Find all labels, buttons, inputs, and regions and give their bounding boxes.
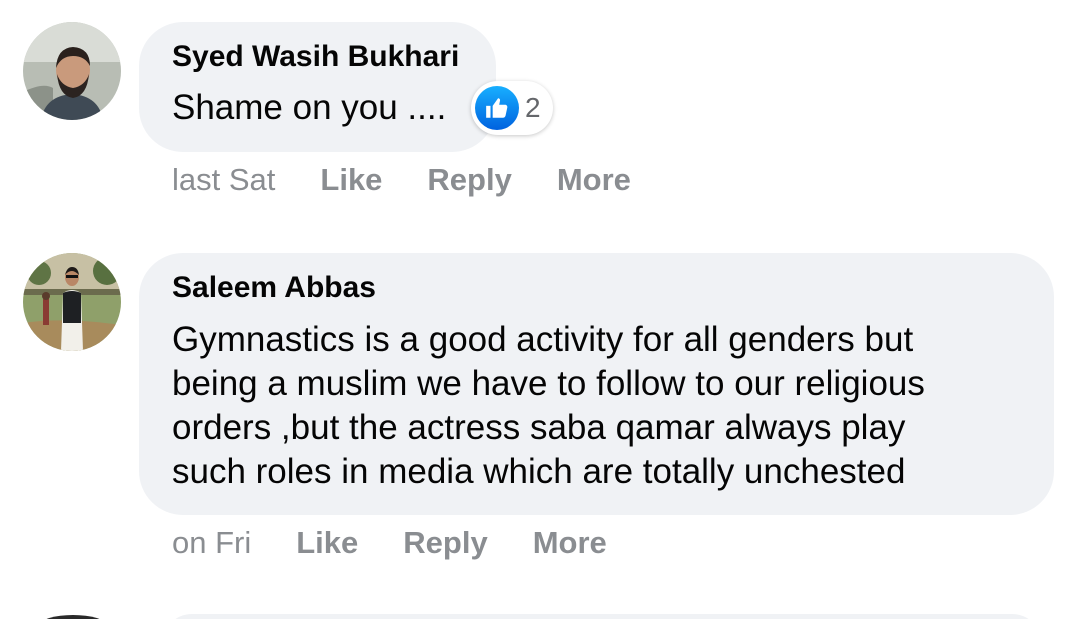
avatar[interactable] — [23, 253, 121, 351]
avatar-image — [23, 253, 121, 351]
comment-actions: last Sat Like Reply More — [172, 162, 676, 198]
more-button[interactable]: More — [557, 162, 631, 198]
comment-author[interactable]: Saleem Abbas — [172, 271, 376, 305]
reaction-badge[interactable]: 2 — [471, 81, 553, 135]
comment-text-line: orders ,but the actress saba qamar alway… — [172, 408, 906, 447]
avatar-image — [23, 22, 121, 120]
reply-button[interactable]: Reply — [427, 162, 511, 198]
next-comment-bubble — [162, 614, 1042, 619]
comment-actions: on Fri Like Reply More — [172, 525, 652, 561]
comment-author[interactable]: Syed Wasih Bukhari — [172, 40, 459, 74]
avatar[interactable] — [23, 22, 121, 120]
comment-text: Shame on you .... — [172, 88, 447, 127]
comment-text-line: being a muslim we have to follow to our … — [172, 364, 925, 403]
more-button[interactable]: More — [533, 525, 607, 561]
comment-timestamp[interactable]: last Sat — [172, 162, 275, 198]
thumbs-up-icon — [475, 86, 519, 130]
next-comment-avatar — [40, 615, 106, 619]
reply-button[interactable]: Reply — [403, 525, 487, 561]
like-button[interactable]: Like — [296, 525, 358, 561]
comment-timestamp[interactable]: on Fri — [172, 525, 251, 561]
comment-text-line: such roles in media which are totally un… — [172, 452, 906, 491]
like-button[interactable]: Like — [320, 162, 382, 198]
comment-thread: Syed Wasih Bukhari Shame on you .... 2 l… — [0, 0, 1080, 619]
comment-bubble: Saleem Abbas Gymnastics is a good activi… — [139, 253, 1054, 515]
comment-text-line: Gymnastics is a good activity for all ge… — [172, 320, 914, 359]
reaction-count: 2 — [525, 92, 541, 123]
comment-bubble: Syed Wasih Bukhari Shame on you .... — [139, 22, 496, 152]
